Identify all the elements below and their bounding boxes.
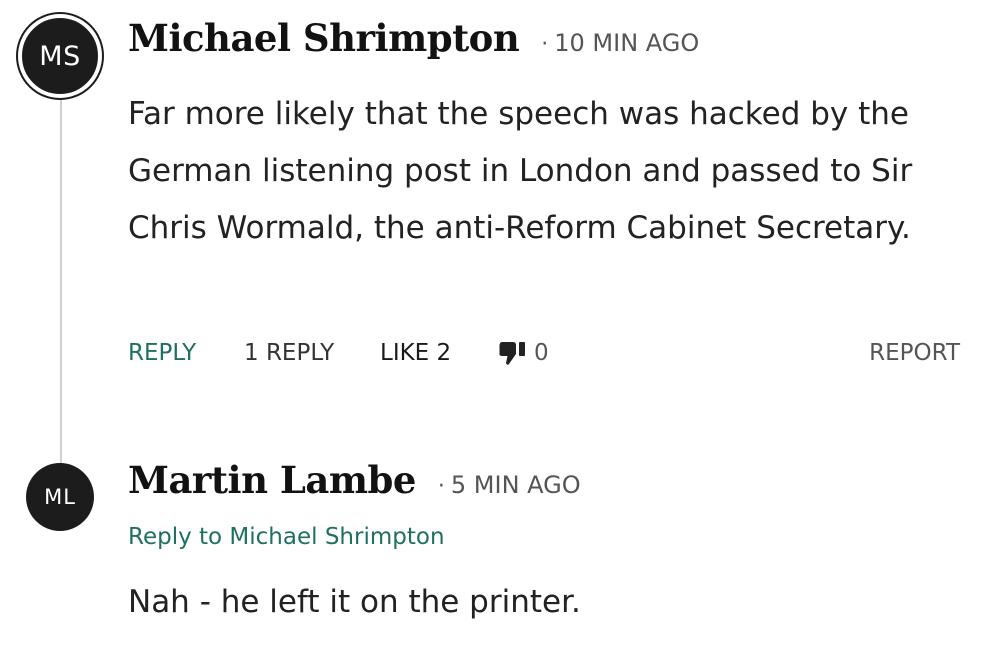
report-button[interactable]: REPORT bbox=[869, 338, 960, 368]
reply-to-prefix: Reply to bbox=[128, 524, 223, 550]
thread-line bbox=[60, 96, 62, 468]
reply-to-link: Reply to Michael Shrimpton bbox=[128, 524, 445, 550]
comment-actions: REPLY 1 REPLY LIKE 2 0 REPORT bbox=[128, 338, 960, 368]
thumbs-down-icon bbox=[499, 342, 525, 365]
reply-to-author-link[interactable]: Michael Shrimpton bbox=[229, 524, 444, 550]
timestamp: · 10 MIN AGO bbox=[541, 29, 699, 57]
author-name[interactable]: Martin Lambe bbox=[128, 458, 416, 502]
timestamp-text: 5 MIN AGO bbox=[450, 471, 581, 499]
separator-dot: · bbox=[437, 474, 445, 499]
separator-dot: · bbox=[541, 32, 549, 57]
like-button[interactable]: LIKE 2 bbox=[380, 338, 451, 368]
reply-button[interactable]: REPLY bbox=[128, 338, 196, 368]
author-name[interactable]: Michael Shrimpton bbox=[128, 16, 520, 60]
dislike-count: 0 bbox=[534, 340, 549, 366]
timestamp-text: 10 MIN AGO bbox=[554, 29, 700, 57]
avatar-initials: MS bbox=[39, 40, 81, 72]
comment-body: Nah - he left it on the printer. bbox=[128, 584, 581, 620]
comment-body: Far more likely that the speech was hack… bbox=[128, 96, 913, 246]
avatar-initials: ML bbox=[44, 485, 76, 509]
avatar[interactable]: ML bbox=[26, 463, 94, 531]
dislike-button[interactable]: 0 bbox=[498, 338, 549, 368]
comment-header: Martin Lambe · 5 MIN AGO bbox=[128, 458, 581, 502]
comment-header: Michael Shrimpton · 10 MIN AGO bbox=[128, 16, 699, 60]
view-replies-button[interactable]: 1 REPLY bbox=[244, 338, 334, 368]
avatar[interactable]: MS bbox=[18, 14, 102, 98]
timestamp: · 5 MIN AGO bbox=[438, 471, 581, 499]
